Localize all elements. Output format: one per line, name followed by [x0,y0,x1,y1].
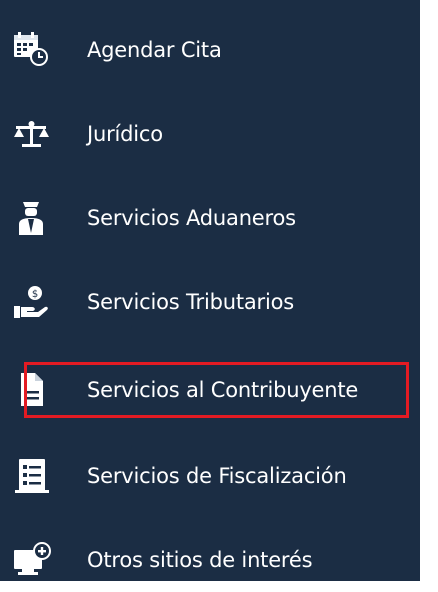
menu-item-servicios-contribuyente[interactable]: Servicios al Contribuyente [0,358,420,422]
menu-item-label: Servicios de Fiscalización [87,464,347,488]
menu-item-agendar-cita[interactable]: Agendar Cita [0,18,420,82]
hand-coin-icon: $ [12,284,52,320]
menu-item-label: Servicios Aduaneros [87,206,296,230]
menu-item-label: Otros sitios de interés [87,548,313,572]
menu-item-juridico[interactable]: Jurídico [0,102,420,166]
menu-item-otros-sitios[interactable]: Otros sitios de interés [0,528,420,592]
sidebar-menu: Agendar Cita Jurídico Servicios Aduanero… [0,0,420,581]
checklist-icon [12,458,52,494]
menu-item-label: Servicios al Contribuyente [87,378,359,402]
customs-officer-icon [12,200,52,236]
menu-item-label: Jurídico [87,122,163,146]
scales-icon [12,116,52,152]
calendar-clock-icon [12,32,52,68]
menu-item-label: Agendar Cita [87,38,222,62]
menu-item-label: Servicios Tributarios [87,290,294,314]
document-icon [12,372,52,408]
menu-item-servicios-fiscalizacion[interactable]: Servicios de Fiscalización [0,444,420,508]
svg-text:$: $ [32,289,38,300]
menu-item-servicios-tributarios[interactable]: $ Servicios Tributarios [0,270,420,334]
monitor-plus-icon [12,542,52,578]
menu-item-servicios-aduaneros[interactable]: Servicios Aduaneros [0,186,420,250]
